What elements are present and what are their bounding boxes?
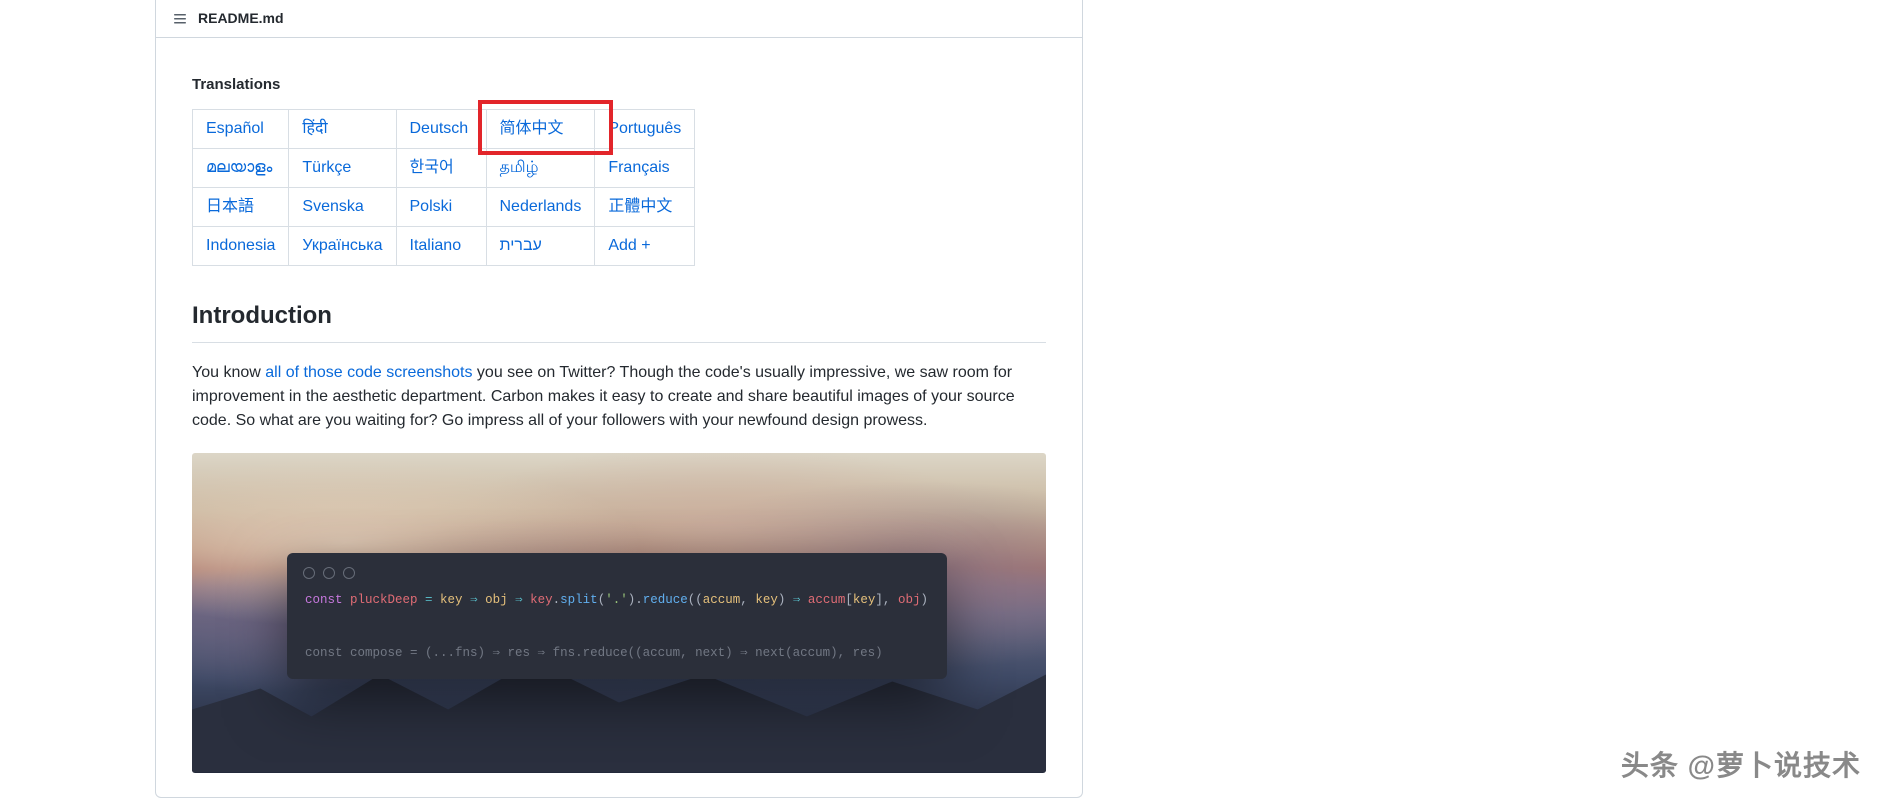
translation-link[interactable]: தமிழ் (500, 159, 539, 176)
translations-table: Español हिंदी Deutsch 简体中文 Português മലയ… (192, 109, 695, 266)
translation-cell: Türkçe (289, 148, 396, 187)
translation-cell: Français (595, 148, 695, 187)
translation-cell: Polski (396, 187, 486, 226)
translation-cell-highlighted: 简体中文 (486, 109, 595, 148)
window-controls (287, 553, 947, 587)
translation-cell: 日本語 (193, 187, 289, 226)
translation-cell: Add + (595, 226, 695, 265)
translation-link[interactable]: Français (608, 159, 669, 176)
code-line (287, 613, 947, 640)
readme-container: README.md Translations Español हिंदी Deu… (155, 0, 1083, 798)
translation-cell: Svenska (289, 187, 396, 226)
code-line: const compose = (...fns) ⇒ res ⇒ fns.red… (287, 640, 947, 667)
translation-link[interactable]: 日本語 (206, 198, 254, 215)
translation-link[interactable]: Українська (302, 237, 382, 254)
translation-link[interactable]: Español (206, 120, 264, 137)
translation-link[interactable]: Polski (410, 198, 453, 215)
readme-body: Translations Español हिंदी Deutsch 简体中文 … (156, 38, 1082, 797)
translation-link[interactable]: മലയാളം (206, 159, 272, 176)
translation-cell: Italiano (396, 226, 486, 265)
introduction-heading: Introduction (192, 298, 1046, 343)
window-dot-icon (343, 567, 355, 579)
translation-cell: Українська (289, 226, 396, 265)
window-dot-icon (303, 567, 315, 579)
toc-icon[interactable] (172, 11, 188, 27)
translation-cell: עברית (486, 226, 595, 265)
translation-link[interactable]: עברית (500, 237, 542, 254)
translation-link[interactable]: Indonesia (206, 237, 275, 254)
translation-cell: മലയാളം (193, 148, 289, 187)
translation-link[interactable]: Deutsch (410, 120, 469, 137)
intro-text: You know (192, 364, 265, 381)
hero-image: const pluckDeep = key ⇒ obj ⇒ key.split(… (192, 453, 1046, 773)
readme-filename: README.md (198, 8, 284, 29)
code-line: const pluckDeep = key ⇒ obj ⇒ key.split(… (287, 587, 947, 614)
translation-link[interactable]: Italiano (410, 237, 462, 254)
translation-cell: हिंदी (289, 109, 396, 148)
translation-cell: Español (193, 109, 289, 148)
translation-link[interactable]: 正體中文 (608, 198, 672, 215)
translations-heading: Translations (192, 74, 1046, 97)
window-dot-icon (323, 567, 335, 579)
translation-link[interactable]: Türkçe (302, 159, 351, 176)
translation-cell: Deutsch (396, 109, 486, 148)
code-screenshots-link[interactable]: all of those code screenshots (265, 364, 472, 381)
readme-header: README.md (156, 0, 1082, 38)
translation-cell: 한국어 (396, 148, 486, 187)
translation-cell: தமிழ் (486, 148, 595, 187)
translation-cell: Português (595, 109, 695, 148)
translation-link[interactable]: 한국어 (410, 159, 454, 176)
translation-link[interactable]: Svenska (302, 198, 363, 215)
translation-link[interactable]: Nederlands (500, 198, 582, 215)
translation-cell: Indonesia (193, 226, 289, 265)
translation-link-add[interactable]: Add + (608, 237, 650, 254)
translation-link[interactable]: हिंदी (302, 120, 327, 137)
translation-link[interactable]: Português (608, 120, 681, 137)
translation-link[interactable]: 简体中文 (500, 120, 564, 137)
translation-cell: 正體中文 (595, 187, 695, 226)
watermark-text: 头条 @萝卜说技术 (1621, 745, 1861, 787)
introduction-paragraph: You know all of those code screenshots y… (192, 361, 1046, 433)
code-window: const pluckDeep = key ⇒ obj ⇒ key.split(… (287, 553, 947, 679)
translation-cell: Nederlands (486, 187, 595, 226)
